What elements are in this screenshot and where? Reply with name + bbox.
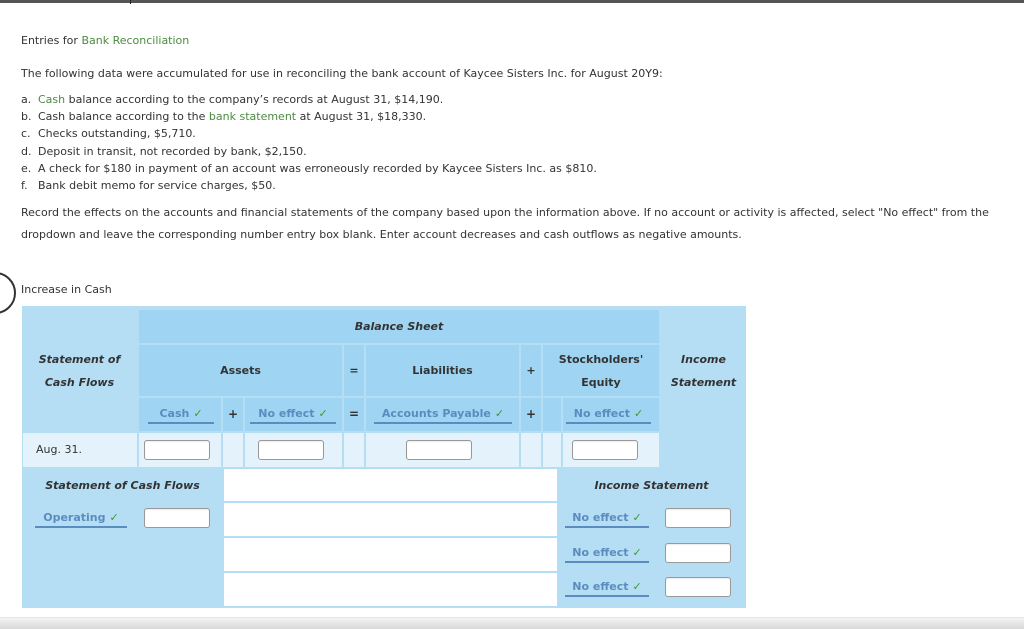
plus-sign: +	[521, 345, 541, 396]
list-item: e. A check for $180 in payment of an acco…	[21, 161, 597, 175]
scf-amount-input[interactable]	[144, 508, 210, 528]
section-title: Increase in Cash	[21, 283, 112, 296]
is-section-header: Income Statement	[594, 479, 709, 492]
is-amount-input-2[interactable]	[665, 543, 731, 563]
liability-account-select[interactable]: Accounts Payable ✓	[374, 406, 512, 424]
checkmark-icon: ✓	[494, 407, 505, 420]
liabilities-header: Liabilities	[366, 345, 519, 396]
equity-account-select[interactable]: No effect ✓	[566, 406, 651, 424]
row-label-aug-31: Aug. 31.	[23, 433, 137, 467]
is-account-select-1[interactable]: No effect ✓	[565, 510, 649, 528]
income-statement-header: Income Statement	[670, 353, 737, 389]
checkmark-icon: ✓	[632, 580, 642, 593]
window-bottom-bar	[0, 617, 1024, 629]
asset2-amount-input[interactable]	[258, 440, 324, 460]
asset-account-select-cash[interactable]: Cash ✓	[148, 406, 214, 424]
bank-statement-link[interactable]: bank statement	[209, 110, 296, 123]
checkmark-icon: ✓	[193, 407, 203, 420]
list-item: a. Cash balance according to the company’…	[21, 93, 444, 106]
is-account-select-3[interactable]: No effect ✓	[565, 579, 649, 597]
checkmark-icon: ✓	[632, 546, 642, 559]
scf-activity-select[interactable]: Operating ✓	[35, 510, 127, 528]
plus-sign: +	[521, 398, 541, 431]
data-list: a. Cash balance according to the company’…	[21, 91, 597, 194]
checkmark-icon: ✓	[109, 511, 119, 524]
effects-table: Balance Sheet Statement of Cash Flows As…	[22, 306, 746, 608]
checkmark-icon: ✓	[318, 407, 328, 420]
checkmark-icon: ✓	[632, 511, 642, 524]
liability-amount-input[interactable]	[406, 440, 472, 460]
list-item: c. Checks outstanding, $5,710.	[21, 127, 196, 141]
asset-account-select-2[interactable]: No effect ✓	[250, 406, 336, 424]
equals-sign: =	[344, 398, 364, 431]
scf-header: Statement of Cash Flows	[38, 353, 121, 389]
balance-sheet-header: Balance Sheet	[139, 310, 659, 343]
list-item: d. Deposit in transit, not recorded by ba…	[21, 144, 307, 158]
equals-sign: =	[344, 345, 364, 396]
is-amount-input-3[interactable]	[665, 577, 731, 597]
equity-amount-input[interactable]	[572, 440, 638, 460]
bank-reconciliation-link[interactable]: Bank Reconciliation	[81, 34, 189, 47]
scf-section-header: Statement of Cash Flows	[45, 479, 200, 492]
intro-text: The following data were accumulated for …	[21, 67, 663, 80]
is-account-select-2[interactable]: No effect ✓	[565, 545, 649, 563]
instructions-line-1: Record the effects on the accounts and f…	[21, 206, 989, 219]
equity-header: Stockholders' Equity	[543, 345, 659, 396]
instructions-line-2: dropdown and leave the corresponding num…	[21, 228, 742, 241]
step-indicator-circle	[0, 272, 16, 314]
cash-amount-input[interactable]	[144, 440, 210, 460]
list-item: f. Bank debit memo for service charges, $…	[21, 179, 276, 193]
assets-header: Assets	[139, 345, 342, 396]
checkmark-icon: ✓	[633, 407, 644, 420]
list-item: b. Cash balance according to the bank sta…	[21, 110, 427, 124]
cash-link[interactable]: Cash	[38, 93, 65, 106]
is-amount-input-1[interactable]	[665, 508, 731, 528]
plus-sign: +	[223, 398, 243, 431]
page-heading: Entries for Bank Reconciliation	[21, 34, 190, 47]
window-top-border	[0, 0, 1024, 4]
